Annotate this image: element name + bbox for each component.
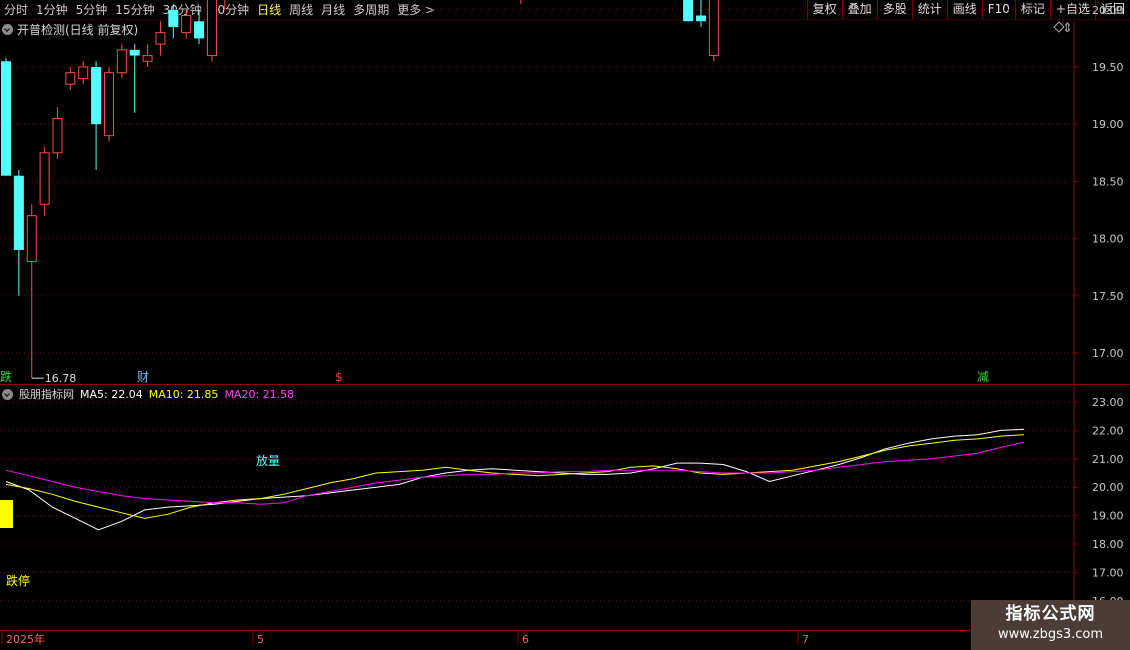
indicator-y-tick-label: 23.00 [1092, 396, 1124, 409]
indicator-y-tick-label: 18.00 [1092, 538, 1124, 551]
indicator-y-tick-label: 22.00 [1092, 424, 1124, 437]
event-marker-1: 财 [137, 370, 149, 384]
event-marker-3: 减 [977, 370, 989, 384]
main-y-tick-label: 17.50 [1092, 290, 1124, 303]
ma5-line [5, 428, 1025, 531]
ma10-line [5, 434, 1025, 519]
x-axis-label-2: 6 [522, 633, 529, 646]
candle-body [708, 0, 719, 57]
candle-body [194, 21, 205, 39]
ma20-line [5, 441, 1025, 505]
main-y-tick-label: 17.00 [1092, 347, 1124, 360]
low-price-label: 16.78 [45, 372, 77, 385]
limit-down-label: 跌停 [6, 573, 30, 588]
candle-body [155, 32, 166, 45]
candle-body [103, 72, 114, 137]
indicator-y-tick-label: 17.00 [1092, 566, 1124, 579]
candle-body [78, 66, 89, 79]
main-y-tick-label: 20.00 [1092, 4, 1124, 17]
candle-body [695, 15, 706, 22]
main-y-tick-label: 19.00 [1092, 118, 1124, 131]
indicator-y-tick-label: 20.00 [1092, 481, 1124, 494]
candle-body [1, 61, 11, 176]
event-marker-0: 跌 [0, 369, 12, 384]
x-axis-label-1: 5 [257, 633, 264, 646]
candle-body [129, 49, 140, 56]
event-marker-2: $ [335, 370, 343, 384]
limit-down-bar [0, 500, 13, 528]
watermark-title: 指标公式网 [1005, 604, 1096, 624]
main-y-tick-label: 19.50 [1092, 61, 1124, 74]
indicator-y-tick-label: 21.00 [1092, 453, 1124, 466]
candle-body [65, 72, 76, 85]
main-y-tick-label: 18.50 [1092, 175, 1124, 188]
watermark: 指标公式网 www.zbgs3.com [971, 600, 1130, 650]
candle-body [26, 215, 37, 262]
candle-body [39, 152, 50, 205]
x-axis-label-3: 7 [802, 633, 809, 646]
candle-body [683, 0, 694, 22]
watermark-url: www.zbgs3.com [997, 627, 1104, 642]
candle-body [206, 0, 217, 57]
stock-chart[interactable]: 22.5022.0021.5021.0020.5020.0019.5019.00… [0, 0, 1130, 650]
candle-body [91, 67, 102, 125]
volume-label: 放量 [256, 453, 280, 468]
candle-body [181, 15, 192, 34]
candle-body [142, 55, 153, 62]
candle-body [168, 9, 179, 27]
candle-body [13, 175, 24, 251]
candle-body [116, 49, 127, 74]
main-y-tick-label: 18.00 [1092, 233, 1124, 246]
x-axis-label-0: 2025年 [6, 632, 45, 646]
candle-body [52, 117, 63, 154]
indicator-y-tick-label: 19.00 [1092, 510, 1124, 523]
